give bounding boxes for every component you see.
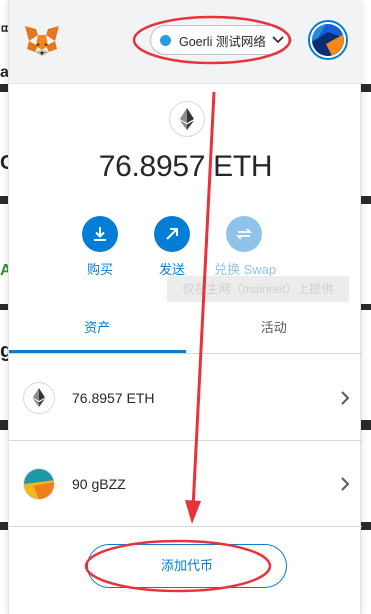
add-token-button[interactable]: 添加代币: [87, 544, 287, 588]
metamask-fox-logo[interactable]: [23, 24, 61, 58]
wallet-tabs: 资产 活动: [9, 306, 362, 354]
swap-unavailable-tooltip: 仅在主网（mainnet）上提供: [167, 276, 349, 302]
buy-label: 购买: [86, 262, 113, 277]
network-status-dot: [160, 34, 171, 46]
asset-label: 76.8957 ETH: [72, 389, 155, 406]
gbzz-token-icon: [23, 467, 55, 500]
send-button[interactable]: 发送: [142, 216, 202, 278]
tab-assets[interactable]: 资产: [9, 306, 186, 353]
chevron-right-icon: [341, 390, 350, 405]
arrow-up-right-icon: [154, 216, 190, 252]
chevron-down-icon: [272, 36, 284, 44]
network-selector[interactable]: Goerli 测试网络: [150, 25, 289, 55]
asset-label: 90 gBZZ: [72, 475, 126, 492]
tab-activity[interactable]: 活动: [186, 306, 363, 353]
swap-button[interactable]: 兑换 Swap: [214, 216, 276, 278]
swap-arrows-icon: [226, 216, 262, 252]
wallet-popup: Goerli 测试网络 76.8957 ETH 购买 发送 兑换 Swap 仅在…: [8, 0, 362, 614]
eth-logo-icon: [169, 101, 205, 137]
wallet-header: Goerli 测试网络: [9, 0, 362, 84]
account-balance: 76.8957 ETH: [98, 150, 273, 183]
identicon-icon: [312, 24, 344, 56]
download-icon: [82, 216, 118, 252]
eth-token-icon: [23, 381, 55, 414]
asset-row-eth[interactable]: 76.8957 ETH: [9, 355, 362, 441]
chevron-right-icon: [341, 476, 350, 491]
network-name: Goerli 测试网络: [179, 34, 266, 49]
account-avatar[interactable]: [308, 20, 348, 60]
asset-row-gbzz[interactable]: 90 gBZZ: [9, 441, 362, 527]
buy-button[interactable]: 购买: [70, 216, 130, 278]
